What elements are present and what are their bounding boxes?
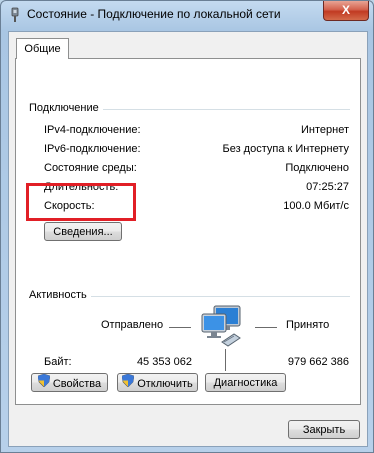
tab-page-general: Подключение IPv4-подключение: Интернет I… xyxy=(15,58,361,405)
details-button-label: Сведения... xyxy=(53,226,113,238)
close-button-label: Закрыть xyxy=(302,424,346,436)
duration-value: 07:25:27 xyxy=(306,181,349,193)
ipv4-value: Интернет xyxy=(301,124,349,136)
bytes-label: Байт: xyxy=(44,356,72,368)
network-computers-icon xyxy=(200,304,248,352)
window-close-button[interactable]: X xyxy=(323,1,369,21)
sent-label: Отправлено xyxy=(101,319,164,331)
diagnose-button-label: Диагностика xyxy=(213,377,278,389)
bytes-received-value: 979 662 386 xyxy=(287,356,349,368)
tab-general[interactable]: Общие xyxy=(16,38,69,59)
activity-group-label: Активность xyxy=(29,289,91,301)
window-title: Состояние - Подключение по локальной сет… xyxy=(27,7,281,21)
details-button[interactable]: Сведения... xyxy=(44,222,122,241)
highlight-box xyxy=(26,183,136,221)
received-label: Принято xyxy=(286,319,330,331)
ipv4-label: IPv4-подключение: xyxy=(44,124,141,136)
title-bar[interactable]: Состояние - Подключение по локальной сет… xyxy=(1,1,373,29)
properties-button[interactable]: Свойства xyxy=(31,373,108,392)
dialog-client: Общие Подключение IPv4-подключение: Инте… xyxy=(8,31,368,447)
bytes-sent-value: 45 353 062 xyxy=(136,356,192,368)
disable-button[interactable]: Отключить xyxy=(117,373,198,392)
properties-button-label: Свойства xyxy=(52,377,102,390)
disable-button-label: Отключить xyxy=(137,377,193,390)
ipv6-label: IPv6-подключение: xyxy=(44,143,141,155)
window-frame: Состояние - Подключение по локальной сет… xyxy=(0,0,374,453)
media-state-label: Состояние среды: xyxy=(44,162,137,174)
sent-line xyxy=(169,327,191,328)
network-connection-icon xyxy=(8,7,22,23)
uac-shield-icon xyxy=(121,373,135,394)
uac-shield-icon xyxy=(37,373,51,394)
connection-group-label: Подключение xyxy=(29,102,103,114)
media-state-value: Подключено xyxy=(285,162,349,174)
close-button[interactable]: Закрыть xyxy=(288,420,360,439)
received-line xyxy=(255,327,277,328)
close-icon: X xyxy=(341,3,350,17)
tab-general-label: Общие xyxy=(24,43,61,55)
activity-divider-line xyxy=(225,349,226,371)
speed-value: 100.0 Мбит/с xyxy=(283,200,349,212)
ipv6-value: Без доступа к Интернету xyxy=(222,143,349,155)
diagnose-button[interactable]: Диагностика xyxy=(205,373,286,392)
